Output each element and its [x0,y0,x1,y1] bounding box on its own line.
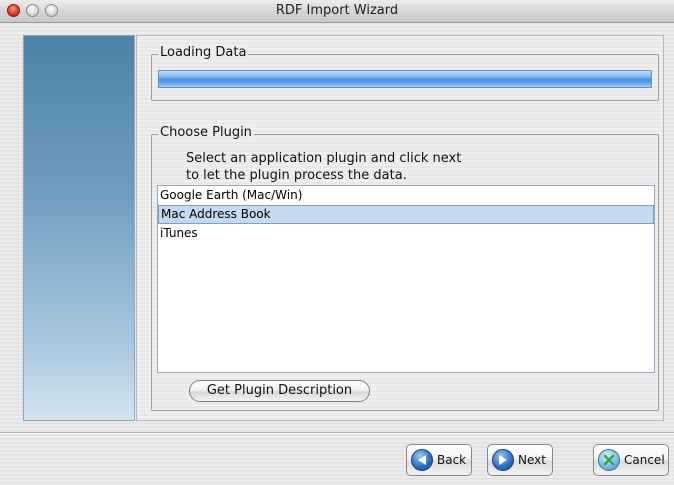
back-button-label: Back [437,453,467,467]
next-button-label: Next [518,453,546,467]
window-title: RDF Import Wizard [275,3,399,18]
cancel-button-label: Cancel [624,453,665,467]
wizard-window: RDF Import Wizard Loading Data Choose Pl… [0,0,674,485]
next-arrow-icon [492,449,514,471]
next-button[interactable]: Next [487,444,553,476]
get-plugin-description-button[interactable]: Get Plugin Description [189,380,370,402]
choose-plugin-label: Choose Plugin [158,125,254,140]
back-arrow-icon [411,449,433,471]
plugin-item-mac-address-book[interactable]: Mac Address Book [158,205,654,224]
loading-progress-bar [158,70,652,88]
instruction-line-2: to let the plugin process the data. [186,168,407,183]
loading-progress-fill [159,71,651,87]
cancel-button[interactable]: Cancel [593,444,669,476]
loading-data-label: Loading Data [158,45,249,60]
back-button[interactable]: Back [406,444,472,476]
instruction-line-1: Select an application plugin and click n… [186,151,462,166]
plugin-list[interactable]: Google Earth (Mac/Win) Mac Address Book … [157,185,655,373]
plugin-item-itunes[interactable]: iTunes [158,224,654,243]
choose-plugin-group: Choose Plugin Select an application plug… [151,125,659,411]
wizard-side-image [23,35,135,421]
title-bar[interactable]: RDF Import Wizard [0,0,674,23]
button-bar-divider [0,432,674,434]
cancel-x-icon [598,449,620,471]
loading-data-group: Loading Data [151,45,659,101]
wizard-content: Loading Data Choose Plugin Select an app… [136,35,664,421]
plugin-item-google-earth[interactable]: Google Earth (Mac/Win) [158,186,654,205]
plugin-instructions: Select an application plugin and click n… [186,150,586,184]
